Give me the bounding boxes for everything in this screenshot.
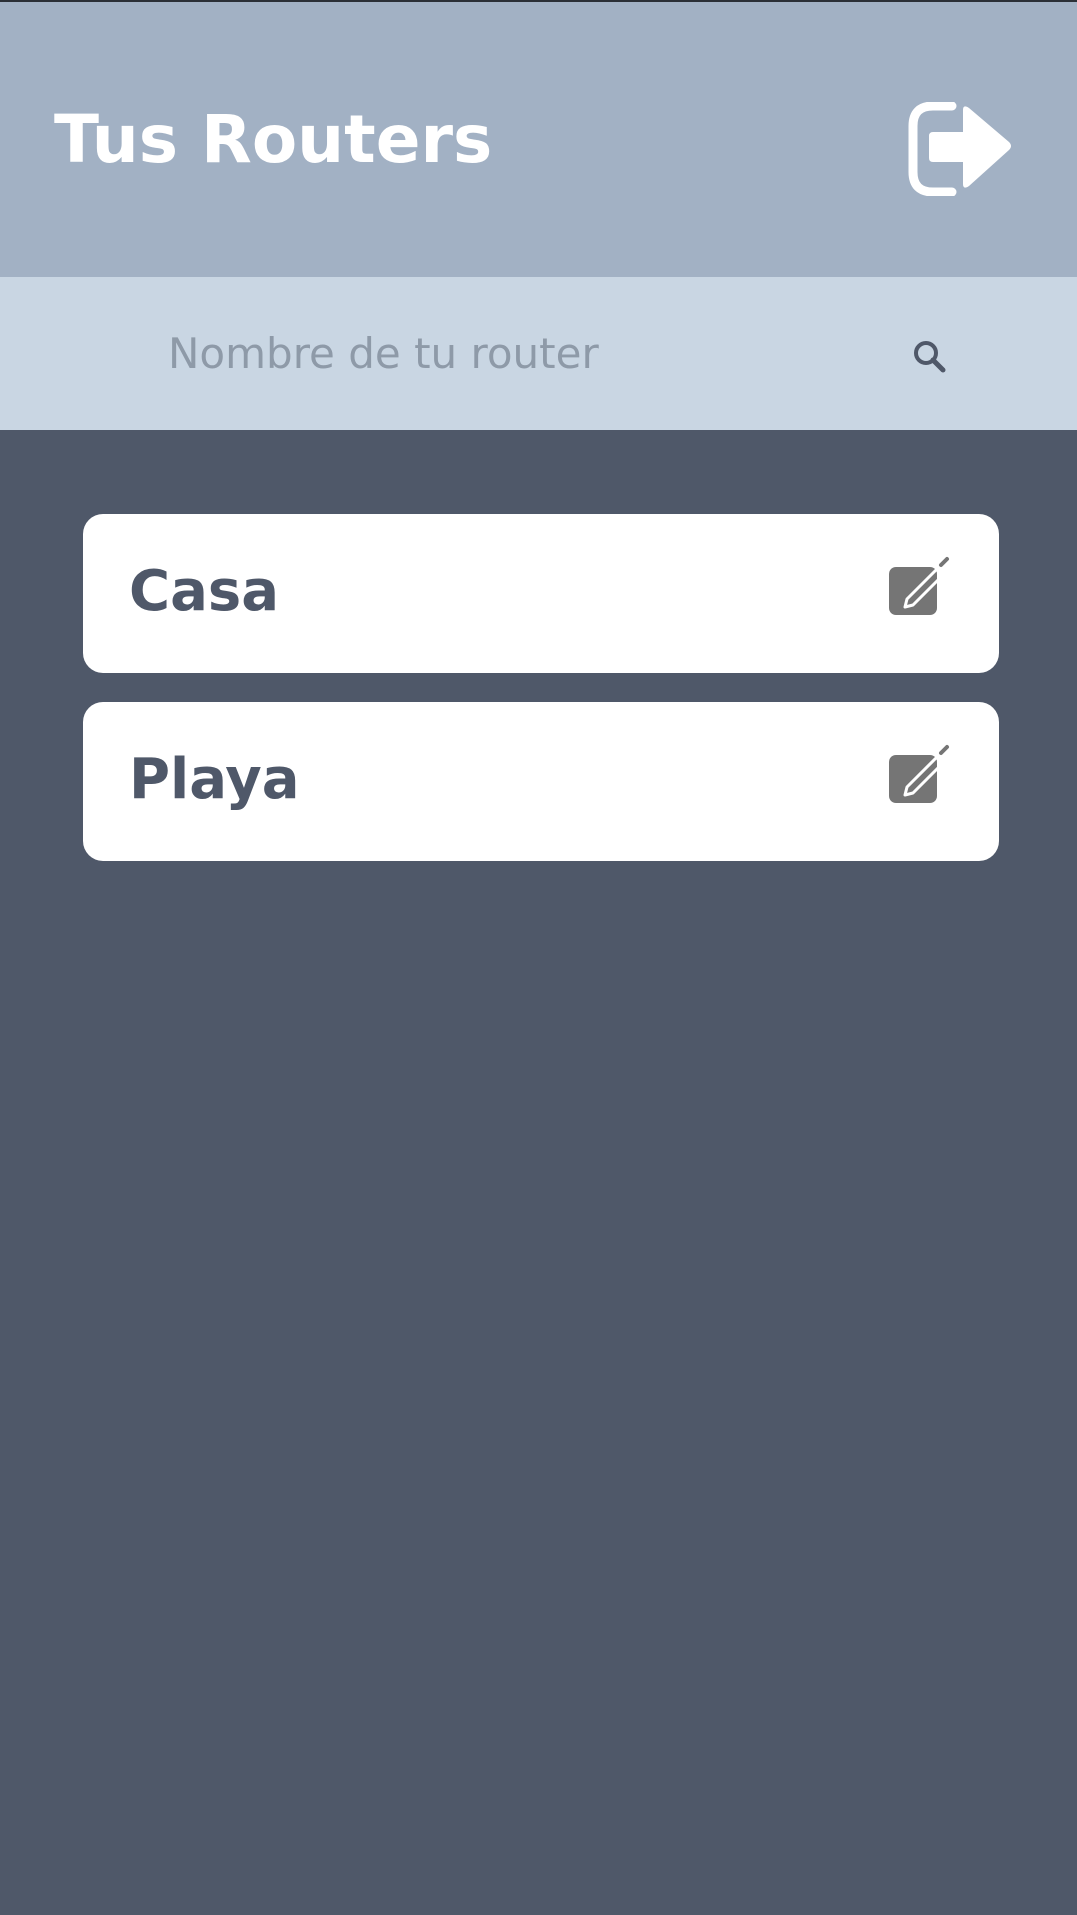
app-screen: Tus Routers Casa bbox=[0, 0, 1077, 1915]
edit-button[interactable] bbox=[887, 742, 951, 812]
page-title: Tus Routers bbox=[54, 101, 493, 178]
edit-icon bbox=[889, 745, 949, 803]
logout-icon bbox=[908, 102, 1011, 196]
search-input[interactable] bbox=[168, 313, 868, 393]
header: Tus Routers bbox=[0, 0, 1077, 277]
router-list: Casa Playa bbox=[83, 514, 999, 890]
edit-icon bbox=[889, 557, 949, 615]
edit-button[interactable] bbox=[887, 554, 951, 624]
logout-button[interactable] bbox=[905, 102, 1015, 196]
router-name: Casa bbox=[129, 559, 280, 624]
router-card-casa[interactable]: Casa bbox=[83, 514, 999, 673]
search-icon[interactable] bbox=[910, 337, 950, 377]
router-name: Playa bbox=[129, 747, 300, 812]
router-card-playa[interactable]: Playa bbox=[83, 702, 999, 861]
